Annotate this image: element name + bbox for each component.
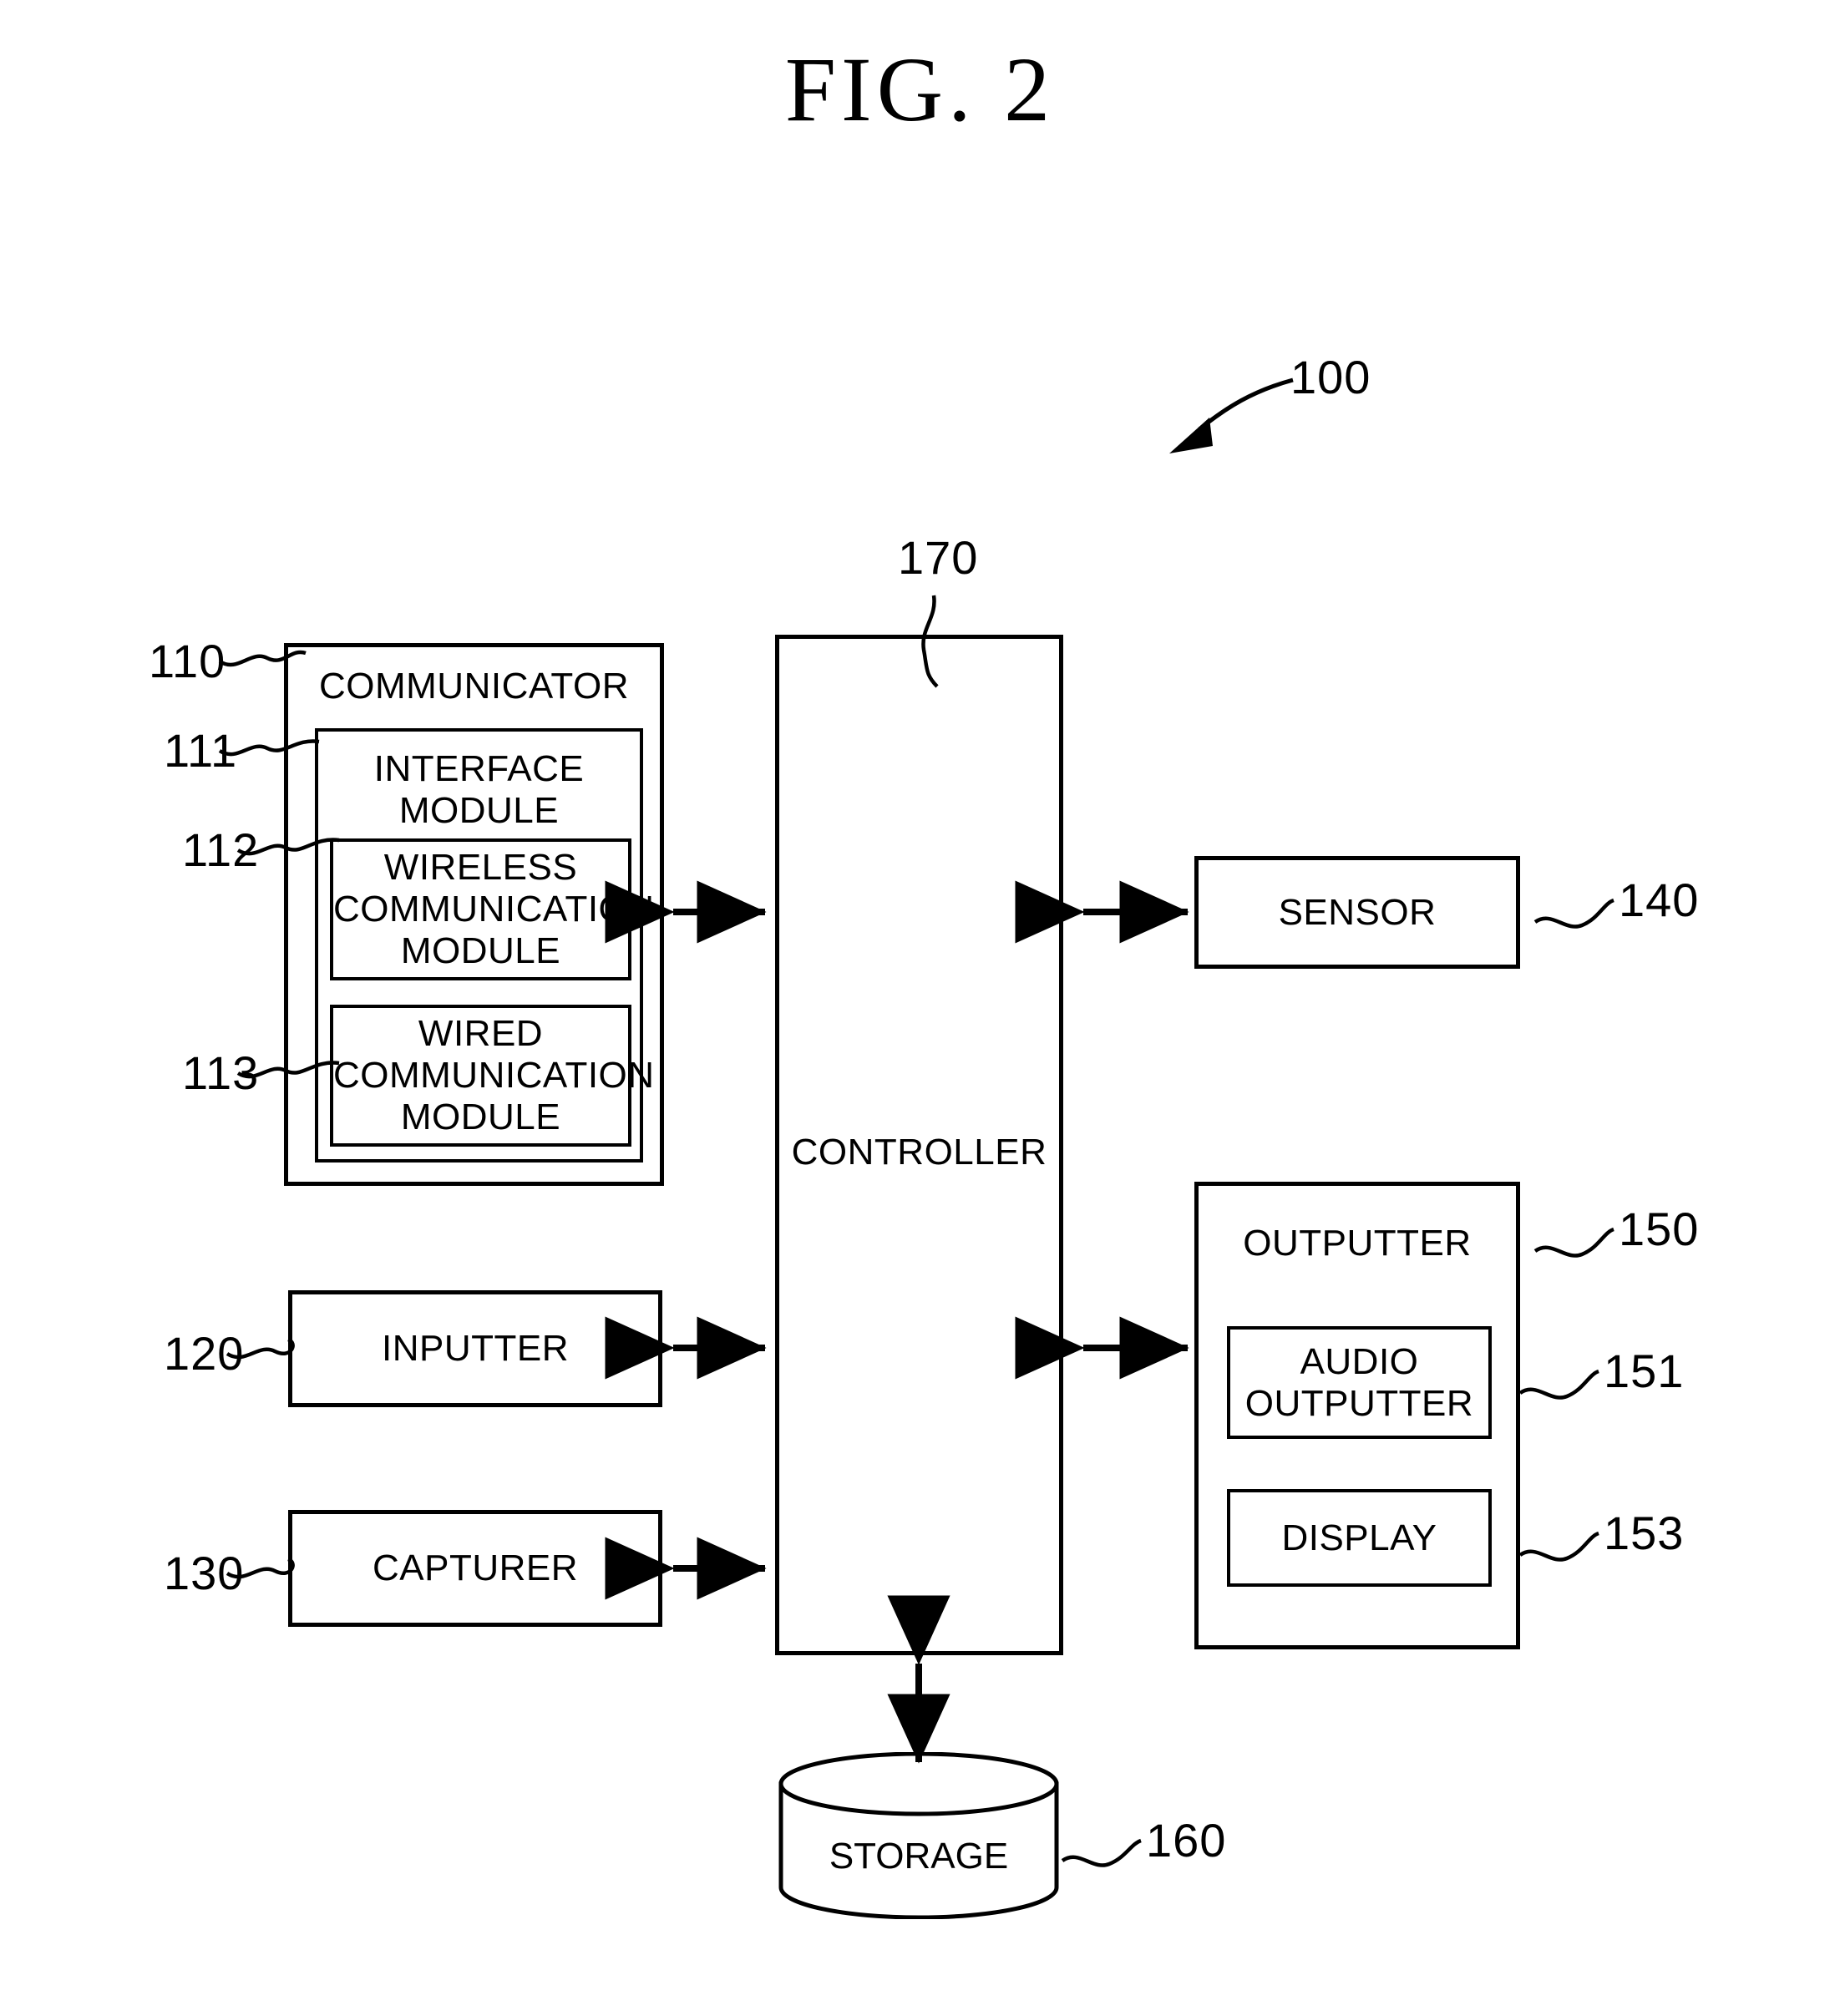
communicator-block[interactable]: COMMUNICATOR INTERFACE MODULE WIRELESS C… xyxy=(284,643,668,1190)
leader-140 xyxy=(1533,898,1614,929)
ref-140: 140 xyxy=(1619,874,1700,926)
ref-170: 170 xyxy=(898,531,979,584)
ref-110: 110 xyxy=(149,635,226,687)
ref-150: 150 xyxy=(1619,1203,1700,1255)
figure-title: FIG. 2 xyxy=(784,38,1056,140)
wireless-communication-module-block[interactable]: WIRELESS COMMUNICATION MODULE xyxy=(330,838,655,980)
display-block[interactable]: DISPLAY xyxy=(1227,1489,1492,1587)
wireless-communication-module-label: WIRELESS COMMUNICATION MODULE xyxy=(333,847,655,971)
audio-outputter-label: AUDIO OUTPUTTER xyxy=(1244,1340,1474,1424)
inputter-block[interactable]: INPUTTER xyxy=(288,1290,667,1411)
ref-113: 113 xyxy=(182,1046,260,1099)
display-label: DISPLAY xyxy=(1281,1517,1437,1558)
sensor-label: SENSOR xyxy=(1278,891,1437,933)
ref-151: 151 xyxy=(1604,1345,1685,1397)
wired-communication-module-label: WIRED COMMUNICATION MODULE xyxy=(333,1013,655,1137)
controller-label: CONTROLLER xyxy=(791,1132,1047,1173)
system-ref-leader-arrow xyxy=(1169,377,1294,453)
ref-111: 111 xyxy=(164,724,238,777)
ref-112: 112 xyxy=(182,823,260,876)
sensor-block[interactable]: SENSOR xyxy=(1194,856,1524,973)
outputter-label: OUTPUTTER xyxy=(1243,1223,1472,1264)
controller-block[interactable]: CONTROLLER xyxy=(775,635,1067,1659)
storage-label: STORAGE xyxy=(829,1836,1009,1877)
wired-communication-module-block[interactable]: WIRED COMMUNICATION MODULE xyxy=(330,1005,655,1147)
ref-153: 153 xyxy=(1604,1507,1685,1559)
communicator-label: COMMUNICATOR xyxy=(318,666,630,707)
outputter-block[interactable]: OUTPUTTER AUDIO OUTPUTTER DISPLAY xyxy=(1194,1182,1524,1654)
audio-outputter-block[interactable]: AUDIO OUTPUTTER xyxy=(1227,1326,1492,1439)
ref-100: 100 xyxy=(1290,351,1371,403)
capturer-block[interactable]: CAPTURER xyxy=(288,1510,667,1631)
ref-160: 160 xyxy=(1146,1814,1227,1867)
inputter-label: INPUTTER xyxy=(382,1328,569,1369)
ref-120: 120 xyxy=(164,1327,245,1380)
interface-module-label: INTERFACE MODULE xyxy=(373,748,585,831)
leader-151 xyxy=(1518,1369,1599,1400)
interface-module-block[interactable]: INTERFACE MODULE WIRELESS COMMUNICATION … xyxy=(315,728,655,1162)
leader-150 xyxy=(1533,1227,1614,1258)
leader-160 xyxy=(1061,1838,1142,1867)
leader-153 xyxy=(1518,1531,1599,1562)
ref-130: 130 xyxy=(164,1547,245,1599)
capturer-label: CAPTURER xyxy=(372,1547,579,1588)
